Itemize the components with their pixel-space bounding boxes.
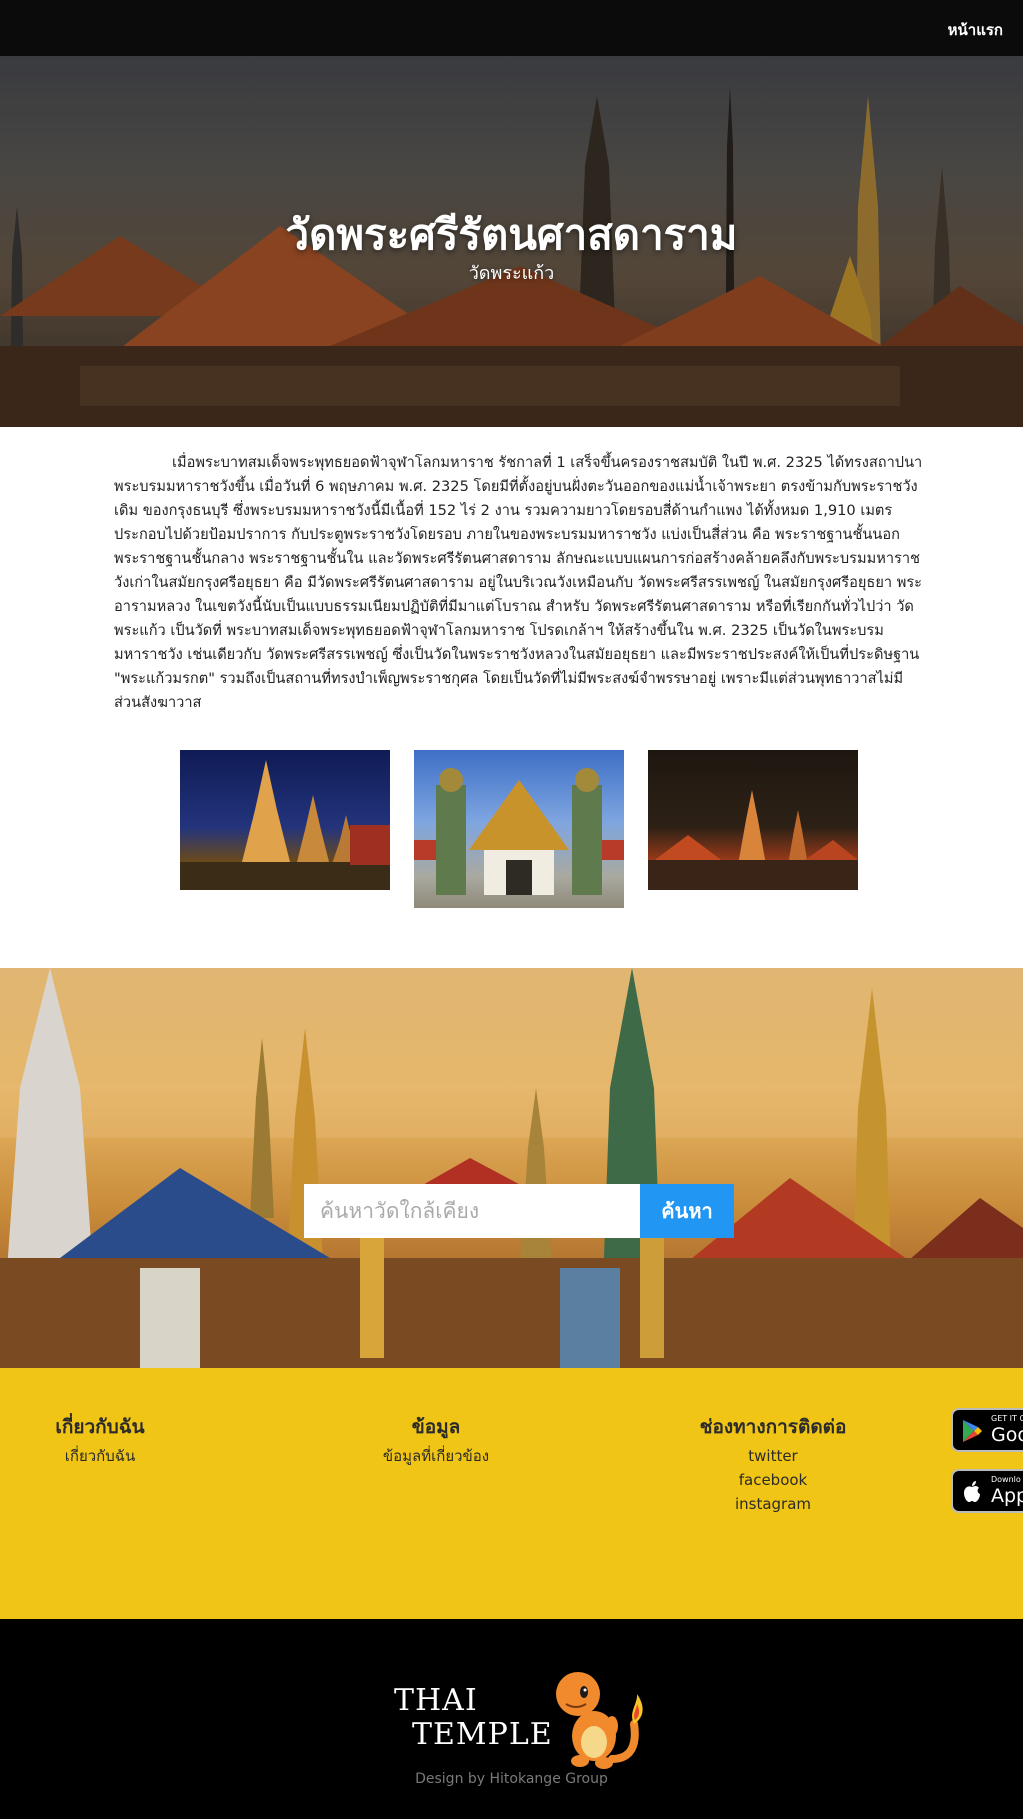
app-store-big-text: App — [991, 1485, 1023, 1507]
top-navbar: หน้าแรก — [0, 0, 1023, 56]
thai-temple-logo: THAI TEMPLE — [394, 1684, 553, 1752]
footer-contact-column: ช่องทางการติดต่อ twitter facebook instag… — [680, 1412, 866, 1516]
footer-facebook-link[interactable]: facebook — [680, 1468, 866, 1492]
footer-contact-heading: ช่องทางการติดต่อ — [699, 1416, 847, 1438]
footer-about-link[interactable]: เกี่ยวกับฉัน — [40, 1444, 160, 1468]
footer-about-heading: เกี่ยวกับฉัน — [55, 1416, 145, 1438]
logo-line-2: TEMPLE — [412, 1717, 553, 1752]
footer: เกี่ยวกับฉัน เกี่ยวกับฉัน ข้อมูล ข้อมูลท… — [0, 1368, 1023, 1619]
banner-temple-image — [0, 968, 1023, 1368]
app-store-badge[interactable]: Downlo App — [951, 1469, 1023, 1513]
app-store-small-text: Downlo — [991, 1475, 1021, 1484]
apple-icon — [964, 1481, 980, 1502]
google-play-badge[interactable]: GET IT O Goo — [951, 1408, 1023, 1452]
footer-about-column: เกี่ยวกับฉัน เกี่ยวกับฉัน — [40, 1412, 160, 1468]
nav-home-link[interactable]: หน้าแรก — [948, 18, 1003, 42]
footer-twitter-link[interactable]: twitter — [680, 1444, 866, 1468]
brand-footer: THAI TEMPLE Design by Hitokange Group — [0, 1619, 1023, 1819]
footer-instagram-link[interactable]: instagram — [680, 1492, 866, 1516]
gallery-image-chedi-night[interactable] — [180, 750, 390, 890]
search-banner: ค้นหา — [0, 968, 1023, 1368]
nearby-temple-search-input[interactable] — [304, 1184, 640, 1238]
hero-banner: วัดพระศรีรัตนศาสดาราม วัดพระแก้ว — [0, 56, 1023, 427]
footer-info-column: ข้อมูล ข้อมูลที่เกี่ยวข้อง — [356, 1412, 516, 1468]
google-play-icon — [963, 1420, 982, 1442]
google-play-big-text: Goo — [991, 1424, 1023, 1446]
charmander-mascot-icon — [556, 1672, 643, 1769]
search-button[interactable]: ค้นหา — [640, 1184, 734, 1238]
logo-line-1: THAI — [394, 1683, 478, 1718]
google-play-small-text: GET IT O — [991, 1414, 1023, 1423]
footer-related-info-link[interactable]: ข้อมูลที่เกี่ยวข้อง — [356, 1444, 516, 1468]
description-paragraph: เมื่อพระบาทสมเด็จพระพุทธยอดฟ้าจุฬาโลกมหา… — [114, 454, 923, 711]
design-credit: Design by Hitokange Group — [415, 1771, 608, 1787]
gallery-image-night-temple[interactable] — [648, 750, 858, 890]
gallery-image-guardians[interactable] — [414, 750, 624, 908]
page-subtitle: วัดพระแก้ว — [468, 263, 555, 284]
footer-info-heading: ข้อมูล — [411, 1416, 461, 1438]
